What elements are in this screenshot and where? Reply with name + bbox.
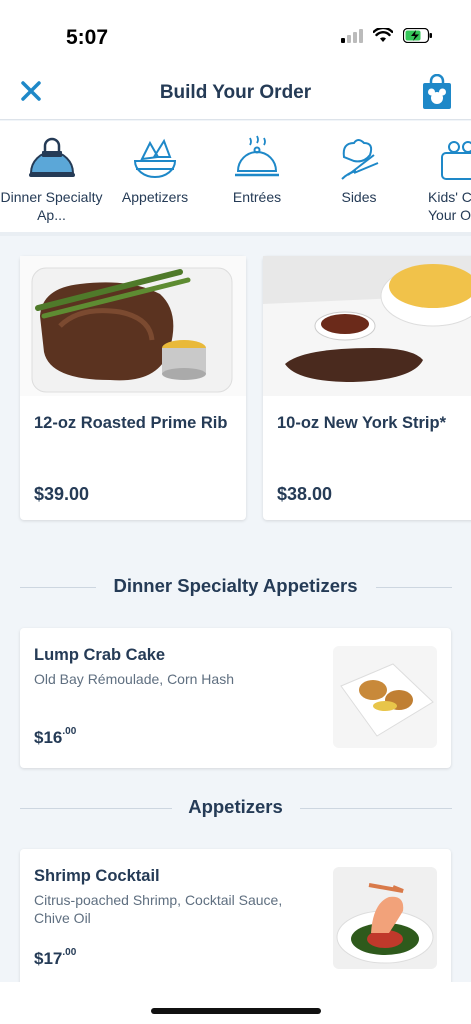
category-divider [0,232,471,236]
cloche-lock-icon [28,137,75,177]
featured-card[interactable]: 10-oz New York Strip* $38.00 [263,256,471,520]
battery-charging-icon [403,28,432,43]
tab-label: Sides [341,189,377,205]
tab-label: Kids' Cr... Your O... [428,189,471,223]
appetizer-bowl-icon [133,138,177,178]
crab-cake-photo [333,646,437,748]
bottom-bar [0,982,471,1024]
menu-item-card[interactable]: Shrimp Cocktail Citrus-poached Shrimp, C… [20,849,451,989]
tab-label: Entrées [232,189,282,205]
price-dollars: $16 [34,728,63,747]
tab-kids-create-your-own[interactable]: Kids' Cr... Your O... [414,121,471,236]
item-description: Old Bay Rémoulade, Corn Hash [34,671,234,687]
item-price: $16.00 [34,726,77,748]
menu-item-card[interactable]: Lump Crab Cake Old Bay Rémoulade, Corn H… [20,628,451,768]
shrimp-cocktail-photo [333,867,437,969]
featured-item-name: 12-oz Roasted Prime Rib [34,414,228,432]
section-title: Appetizers [188,796,283,817]
price-cents: .00 [62,726,77,737]
header: Build Your Order [0,70,471,120]
tab-label: Appetizers [121,189,189,205]
serving-cloche-icon [235,135,279,177]
prime-rib-photo [20,256,246,396]
featured-item-name: 10-oz New York Strip* [277,414,447,432]
price-cents: .00 [62,947,77,958]
status-time: 5:07 [66,26,109,49]
new-york-strip-photo [263,256,471,396]
featured-item-price: $38.00 [277,484,333,504]
tab-sides[interactable]: Sides [312,121,406,236]
featured-card[interactable]: 12-oz Roasted Prime Rib $39.00 [20,256,246,520]
tab-label: Dinner Specialty Ap... [0,189,103,223]
item-price: $17.00 [34,947,77,969]
item-name: Lump Crab Cake [34,646,166,664]
vegetables-icon [341,139,379,180]
status-icons [341,28,433,43]
divider-line [376,587,452,588]
item-description: Citrus-poached Shrimp, Cocktail Sauce, C… [34,892,283,926]
status-bar: 5:07 [0,0,471,70]
cellular-signal-icon [341,28,363,43]
wifi-icon [373,28,393,42]
page-title: Build Your Order [159,82,312,103]
section-header: Appetizers [0,796,471,820]
price-dollars: $17 [34,949,63,968]
category-tabs: Dinner Specialty Ap... Appetizers Entrée… [0,121,471,236]
item-name: Shrimp Cocktail [34,867,160,885]
shopping-bag-icon[interactable] [422,74,452,110]
tab-dinner-specialty-appetizers[interactable]: Dinner Specialty Ap... [0,121,103,236]
home-indicator[interactable] [151,1008,321,1014]
section-header: Dinner Specialty Appetizers [0,575,471,599]
tab-appetizers[interactable]: Appetizers [108,121,202,236]
section-title: Dinner Specialty Appetizers [113,575,358,596]
tab-entrees[interactable]: Entrées [210,121,304,236]
kids-meal-icon [441,141,471,180]
featured-item-price: $39.00 [34,484,90,504]
divider-line [300,808,452,809]
